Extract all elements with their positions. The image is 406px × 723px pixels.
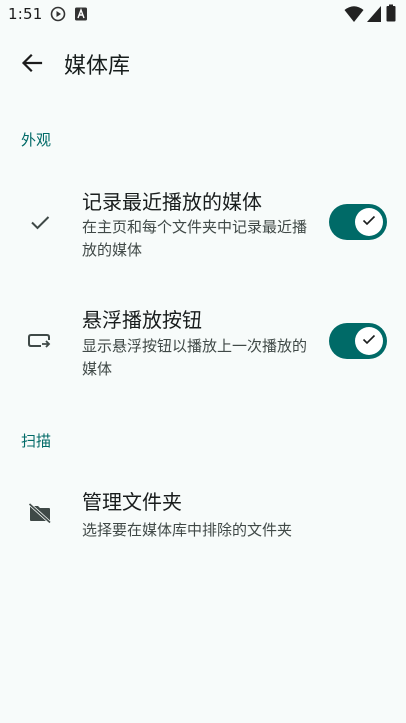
app-bar: 媒体库	[0, 28, 406, 100]
font-a-icon	[74, 6, 88, 26]
navigation-handle-area	[0, 716, 406, 723]
check-icon	[361, 212, 377, 232]
arrow-back-icon	[21, 52, 43, 78]
setting-title: 管理文件夹	[82, 490, 182, 514]
setting-title: 悬浮播放按钮	[82, 308, 202, 332]
back-button[interactable]	[12, 45, 52, 85]
section-header-scan: 扫描	[21, 432, 52, 450]
setting-row-manage-folders[interactable]: 管理文件夹 选择要在媒体库中排除的文件夹	[0, 470, 406, 560]
toggle-thumb	[355, 327, 383, 355]
setting-title: 记录最近播放的媒体	[82, 190, 262, 214]
setting-summary: 显示悬浮按钮以播放上一次播放的媒体	[82, 337, 308, 378]
setting-row-record-recent[interactable]: 记录最近播放的媒体 在主页和每个文件夹中记录最近播放的媒体	[0, 170, 406, 280]
setting-summary: 在主页和每个文件夹中记录最近播放的媒体	[82, 218, 308, 259]
record-recent-toggle[interactable]	[329, 204, 387, 240]
setting-row-floating-button[interactable]: 悬浮播放按钮 显示悬浮按钮以播放上一次播放的媒体	[0, 290, 406, 400]
floating-button-icon	[26, 327, 54, 355]
setting-summary: 选择要在媒体库中排除的文件夹	[82, 521, 293, 539]
floating-button-toggle[interactable]	[329, 323, 387, 359]
status-bar: 1:51	[0, 0, 406, 28]
toggle-thumb	[355, 208, 383, 236]
page-title: 媒体库	[64, 54, 131, 79]
media-play-icon	[50, 6, 66, 26]
check-icon	[26, 208, 54, 236]
folder-off-icon	[26, 499, 54, 527]
check-icon	[361, 331, 377, 351]
status-time: 1:51	[8, 5, 43, 23]
battery-icon	[386, 4, 396, 26]
wifi-icon	[344, 5, 364, 27]
signal-icon	[366, 5, 382, 27]
section-header-appearance: 外观	[21, 131, 52, 149]
